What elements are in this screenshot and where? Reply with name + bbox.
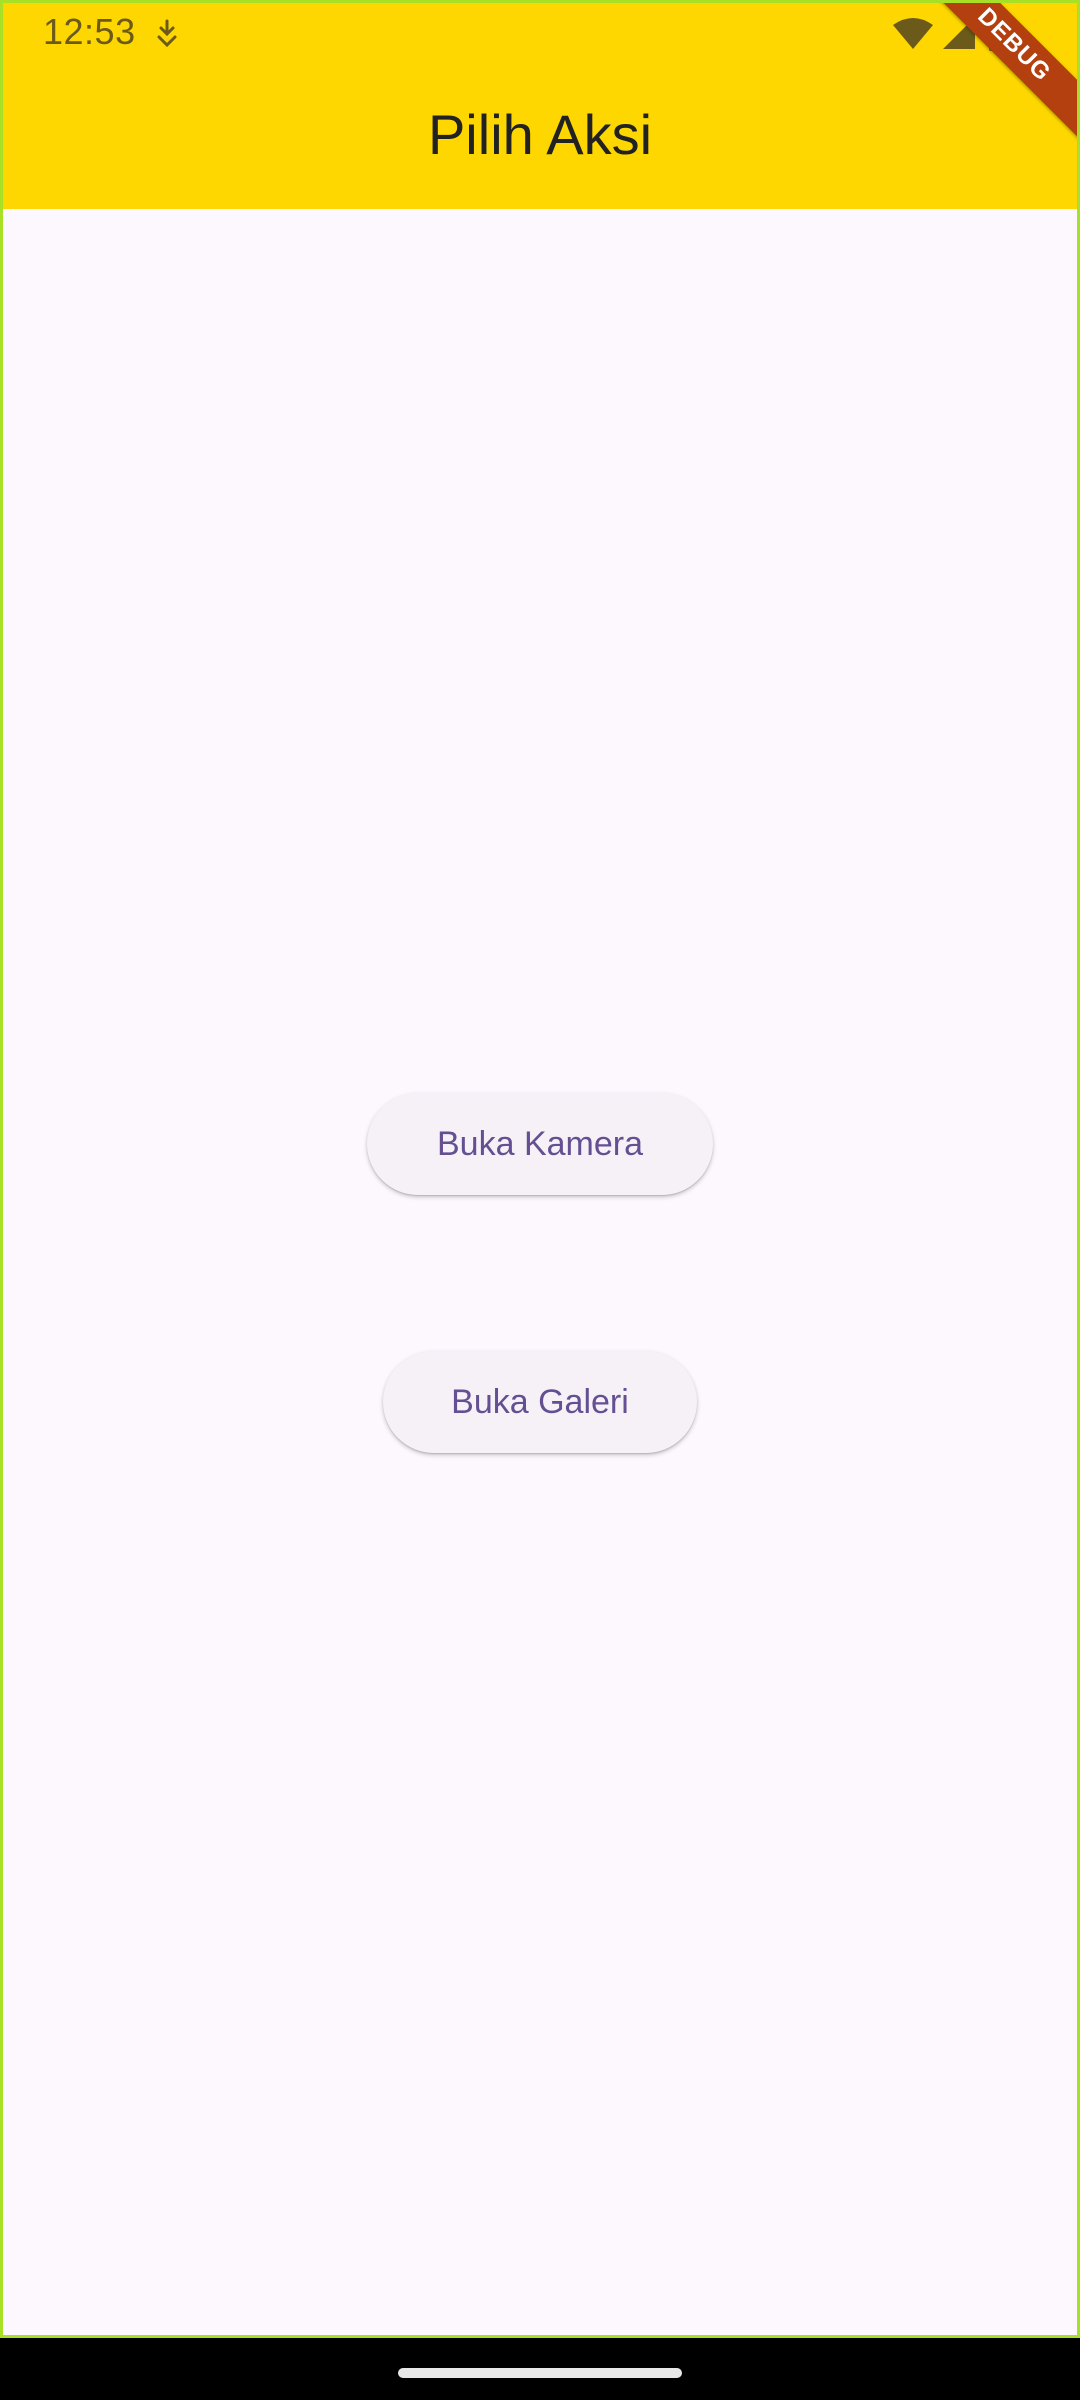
status-bar: 12:53 <box>3 3 1077 63</box>
wifi-icon <box>893 18 933 49</box>
home-gesture-handle[interactable] <box>398 2368 682 2378</box>
phone-screen: 12:53 Pilih Aksi DEBUG Buka Kamera Buka … <box>0 0 1080 2400</box>
status-time: 12:53 <box>43 11 136 52</box>
open-camera-button[interactable]: Buka Kamera <box>367 1093 713 1195</box>
download-shield-icon <box>157 19 177 48</box>
app-bar: 12:53 Pilih Aksi <box>3 3 1077 209</box>
open-gallery-button[interactable]: Buka Galeri <box>383 1351 697 1453</box>
page-title: Pilih Aksi <box>427 103 653 166</box>
app-frame: 12:53 Pilih Aksi DEBUG Buka Kamera Buka … <box>0 0 1080 2338</box>
